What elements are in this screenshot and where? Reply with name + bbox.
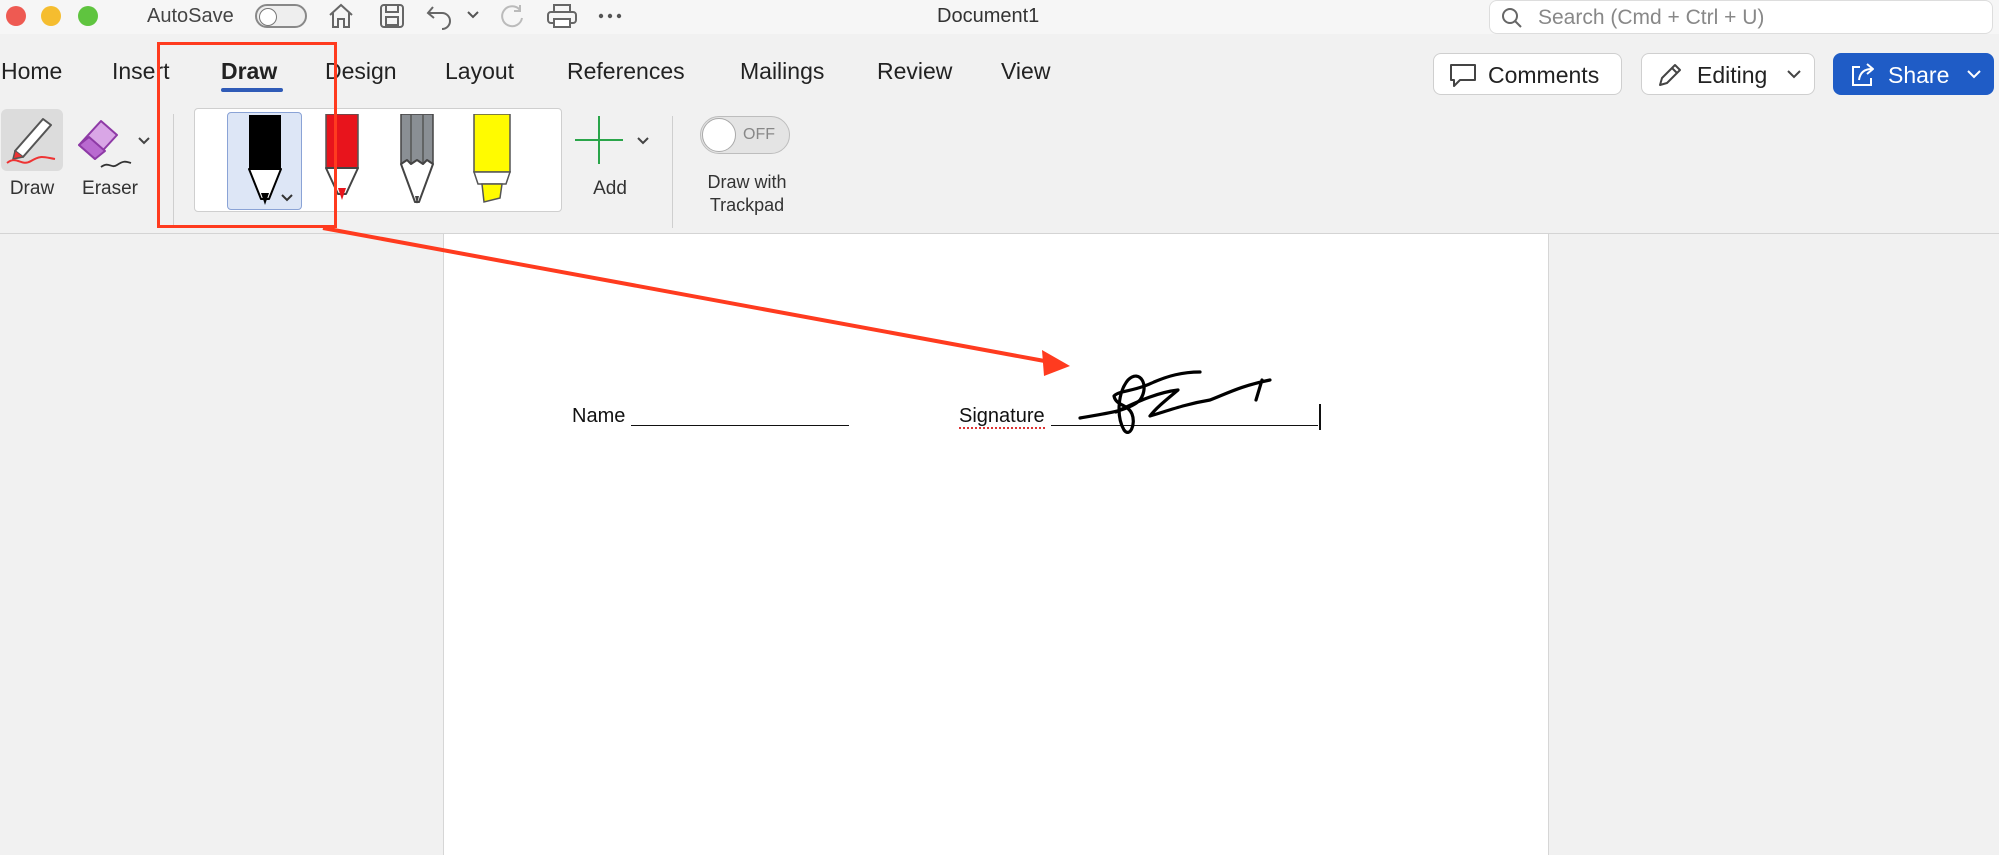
share-button[interactable]: Share bbox=[1833, 53, 1994, 95]
editing-mode-button[interactable]: Editing bbox=[1641, 53, 1815, 95]
ribbon-separator bbox=[672, 116, 673, 228]
minimize-window-button[interactable] bbox=[41, 6, 61, 26]
toggle-knob bbox=[702, 118, 736, 152]
tab-review[interactable]: Review bbox=[877, 58, 952, 85]
pencil-icon bbox=[1659, 64, 1681, 86]
document-page[interactable] bbox=[443, 234, 1549, 855]
trackpad-label-line1: Draw with bbox=[707, 172, 787, 192]
add-chevron-down-icon bbox=[637, 137, 649, 145]
share-chevron-down-icon bbox=[1967, 70, 1981, 79]
eraser-icon bbox=[78, 120, 132, 168]
highlighter-yellow[interactable] bbox=[472, 113, 512, 206]
eraser-tool-button[interactable] bbox=[73, 109, 135, 171]
share-label: Share bbox=[1888, 62, 1950, 88]
trackpad-label-line2: Trackpad bbox=[709, 195, 785, 215]
text-cursor bbox=[1319, 404, 1321, 430]
search-box[interactable]: Search (Cmd + Ctrl + U) bbox=[1489, 0, 1993, 34]
comments-button[interactable]: Comments bbox=[1433, 53, 1622, 95]
document-title: Document1 bbox=[937, 5, 1040, 27]
maximize-window-button[interactable] bbox=[78, 6, 98, 26]
handwritten-signature-ink bbox=[1078, 370, 1272, 434]
draw-tool-label: Draw bbox=[9, 178, 55, 199]
tab-layout[interactable]: Layout bbox=[445, 58, 514, 85]
draw-pen-icon bbox=[6, 118, 56, 164]
comments-label: Comments bbox=[1488, 62, 1600, 88]
autosave-label: AutoSave bbox=[147, 5, 234, 27]
search-icon bbox=[1502, 8, 1522, 28]
more-options-icon[interactable] bbox=[597, 12, 623, 20]
name-field-label: Name bbox=[572, 405, 626, 427]
chevron-down-icon bbox=[1787, 70, 1801, 79]
tab-view[interactable]: View bbox=[1001, 58, 1050, 85]
toggle-state-label: OFF bbox=[743, 126, 775, 143]
close-window-button[interactable] bbox=[6, 6, 26, 26]
share-icon bbox=[1852, 63, 1874, 86]
annotation-highlight-box bbox=[157, 42, 337, 228]
spelling-squiggle: Signature bbox=[959, 405, 1045, 429]
draw-with-trackpad-toggle[interactable]: OFF bbox=[700, 116, 790, 154]
editing-label: Editing bbox=[1697, 62, 1768, 88]
pencil-gray[interactable] bbox=[397, 113, 437, 206]
name-underline bbox=[631, 425, 849, 426]
comment-icon bbox=[1450, 64, 1476, 87]
tab-home[interactable]: Home bbox=[1, 58, 62, 85]
eraser-chevron-down-icon[interactable] bbox=[137, 136, 151, 146]
gray-pencil-icon bbox=[400, 113, 434, 204]
tab-references[interactable]: References bbox=[567, 58, 685, 85]
undo-dropdown-chevron-icon[interactable] bbox=[466, 10, 480, 20]
yellow-highlighter-icon bbox=[472, 113, 512, 203]
add-label: Add bbox=[593, 178, 627, 199]
signature-field-label: Signature bbox=[959, 405, 1045, 429]
autosave-toggle[interactable] bbox=[255, 4, 307, 28]
title-bar: AutoSave Document1 Search (Cmd + Ctrl + … bbox=[0, 0, 1999, 34]
search-placeholder: Search (Cmd + Ctrl + U) bbox=[1538, 6, 1765, 29]
print-icon[interactable] bbox=[546, 3, 578, 29]
draw-tool-button[interactable] bbox=[1, 109, 63, 171]
undo-icon[interactable] bbox=[425, 1, 455, 31]
tab-mailings[interactable]: Mailings bbox=[740, 58, 824, 85]
plus-icon bbox=[575, 116, 623, 164]
save-icon[interactable] bbox=[378, 2, 406, 30]
home-icon[interactable] bbox=[326, 2, 356, 30]
redo-icon[interactable] bbox=[498, 2, 526, 30]
eraser-label: Eraser bbox=[82, 178, 138, 199]
